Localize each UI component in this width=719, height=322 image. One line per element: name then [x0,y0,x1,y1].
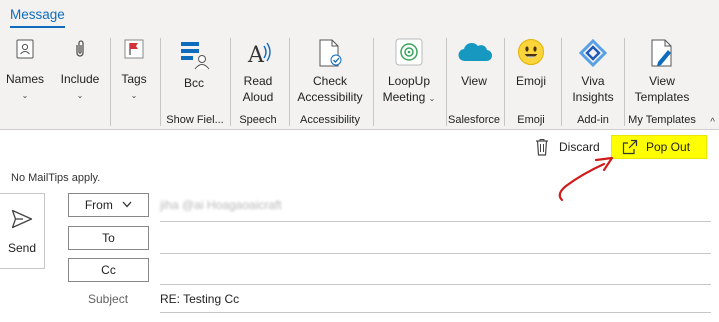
address-book-icon [16,39,34,63]
group-separator [230,38,231,126]
bcc-label: Bcc [183,76,204,90]
check-accessibility-button[interactable]: Check Accessibility [294,36,366,108]
salesforce-view-label: View [461,74,487,88]
check-label: Check [312,74,347,88]
active-tab-indicator [10,26,65,28]
include-label: Include [60,72,100,86]
accessibility-check-icon [318,38,344,72]
to-field-input[interactable] [160,253,711,254]
subject-label: Subject [88,292,129,306]
read-aloud-button[interactable]: A Read Aloud [236,36,280,108]
meeting-text: Meeting [382,90,426,104]
group-separator [289,38,290,126]
send-icon [11,209,33,232]
paperclip-icon [72,39,88,63]
viva-label: Viva [581,74,605,88]
aloud-label: Aloud [242,90,274,104]
names-label: Names [5,72,44,86]
send-button[interactable]: Send [0,193,45,269]
bcc-people-icon [178,38,210,74]
send-label: Send [7,241,37,255]
loopup-label: LoopUp [387,74,431,88]
pop-out-icon [622,139,638,158]
group-separator [624,38,625,126]
loopup-icon [395,38,423,70]
chevron-down-icon: ⌄ [428,94,436,103]
ribbon: Names ⌄ Include ⌄ Tags ⌄ Bcc Show Fiel..… [0,30,719,130]
group-separator [373,38,374,126]
read-aloud-icon: A [246,38,274,72]
cc-field-input[interactable] [160,284,711,285]
pop-out-button[interactable]: Pop Out [611,135,707,159]
loopup-meeting-button[interactable]: LoopUp Meeting ⌄ [378,36,440,108]
group-label-emoji: Emoji [517,114,545,126]
group-separator [504,38,505,126]
meeting-label: Meeting ⌄ [378,90,440,106]
group-separator [561,38,562,126]
group-label-show-fields: Show Fiel... [166,114,224,126]
group-label-speech: Speech [239,114,277,126]
from-address: jiha @ai Hoagaoaicraft [160,198,282,212]
view-label: View [649,74,675,88]
from-field-underline [160,221,711,222]
view-templates-button[interactable]: View Templates [630,36,694,108]
tags-button[interactable]: Tags ⌄ [113,36,155,108]
group-label-accessibility: Accessibility [300,114,360,126]
trash-icon [535,138,549,159]
chevron-down-icon: ⌄ [130,91,138,100]
annotation-arrow [558,156,614,202]
bcc-button[interactable]: Bcc [166,36,222,108]
emoji-button[interactable]: Emoji [508,36,554,108]
group-separator [446,38,447,126]
salesforce-cloud-icon [456,39,493,69]
to-button[interactable]: To [68,226,149,250]
flag-icon [124,39,144,63]
chevron-down-icon: ⌄ [76,91,84,100]
include-button[interactable]: Include ⌄ [56,36,104,108]
group-label-add-in: Add-in [577,114,609,126]
ribbon-tab-bar: Message [0,0,719,30]
chevron-down-icon [122,193,132,215]
chevron-down-icon: ⌄ [21,91,29,100]
salesforce-view-button[interactable]: View [450,36,498,108]
mailtips-text: No MailTips apply. [11,172,101,184]
templates-icon [650,38,676,72]
group-separator [160,38,161,126]
from-button[interactable]: From [68,193,149,217]
subject-field-underline [160,312,711,313]
group-label-salesforce: Salesforce [448,114,500,126]
tab-message[interactable]: Message [10,7,65,22]
accessibility-label: Accessibility [297,90,363,104]
group-separator [110,38,111,126]
viva-insights-button[interactable]: Viva Insights [565,36,621,108]
cc-button[interactable]: Cc [68,258,149,282]
group-label-my-templates: My Templates [628,114,696,126]
viva-insights-icon [578,38,608,72]
insights-label: Insights [572,90,614,104]
tags-label: Tags [121,72,147,86]
subject-field[interactable]: RE: Testing Cc [160,292,239,306]
from-label: From [84,198,113,212]
emoji-smiley-icon [517,38,545,70]
collapse-ribbon-icon[interactable]: ^ [710,117,715,128]
templates-label: Templates [634,90,690,104]
emoji-label: Emoji [515,74,546,88]
svg-text:A: A [247,43,265,68]
names-button[interactable]: Names ⌄ [4,36,46,108]
pop-out-label: Pop Out [646,140,691,154]
read-label: Read [243,74,273,88]
